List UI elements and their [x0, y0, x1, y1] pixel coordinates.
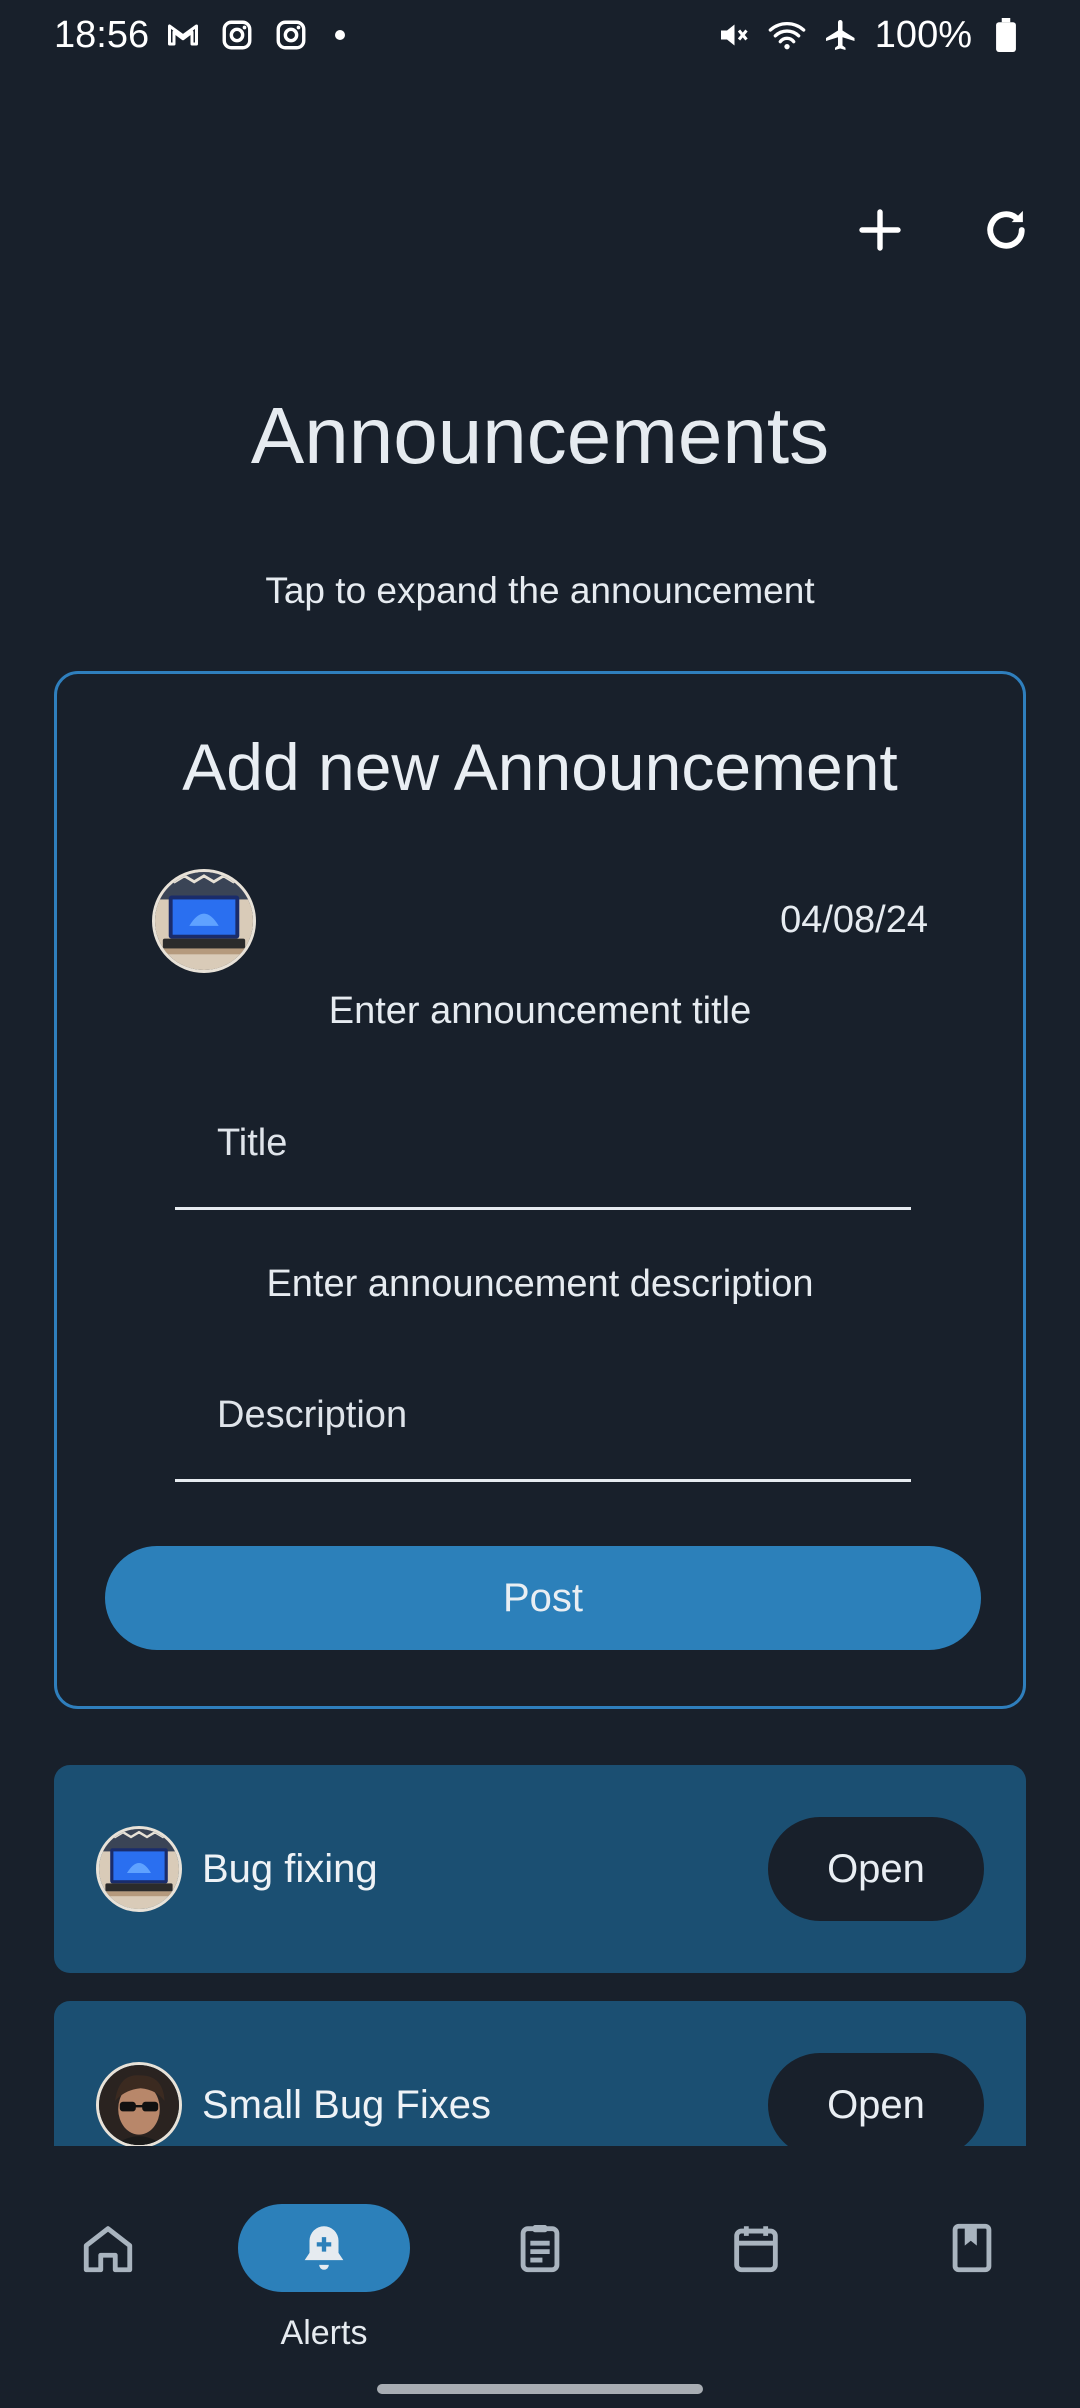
- list-item[interactable]: Bug fixing Open: [54, 1765, 1026, 1973]
- wifi-icon: [767, 15, 807, 55]
- status-bar: 18:56 100%: [0, 0, 1080, 70]
- nav-assignments[interactable]: [454, 2204, 626, 2292]
- person-avatar: [99, 2065, 179, 2145]
- status-time: 18:56: [54, 13, 150, 56]
- status-right: 100%: [713, 14, 1026, 57]
- nav-resources[interactable]: [886, 2204, 1058, 2292]
- open-button[interactable]: Open: [768, 1817, 984, 1921]
- battery-percent: 100%: [874, 13, 972, 56]
- bell-plus-icon: [304, 2226, 344, 2270]
- nav-alerts-label: Alerts: [280, 2314, 368, 2352]
- page-title: Announcements: [250, 391, 830, 480]
- add-announcement-button[interactable]: [840, 190, 920, 270]
- add-announcement-card: Add new Announcement 04/08/24 Enter anno…: [54, 671, 1026, 1709]
- page-subtitle: Tap to expand the announcement: [265, 570, 815, 611]
- home-indicator[interactable]: [377, 2384, 703, 2394]
- avatar: [96, 2062, 182, 2146]
- clipboard-icon: [520, 2225, 560, 2273]
- add-card-title: Add new Announcement: [182, 730, 898, 804]
- list-item[interactable]: Small Bug Fixes Open: [54, 2001, 1026, 2146]
- avatar: [96, 1826, 182, 1912]
- status-left: 18:56: [54, 13, 346, 57]
- home-icon: [83, 2226, 133, 2273]
- gmail-icon: [163, 15, 203, 55]
- user-avatar: [152, 869, 256, 973]
- instagram-icon: [271, 15, 311, 55]
- title-caption: Enter announcement title: [328, 990, 752, 1032]
- announcement-list[interactable]: Bug fixing Open Small Bug Fixes Open: [0, 1740, 1080, 2146]
- laptop-avatar: [99, 1829, 179, 1909]
- calendar-icon: [734, 2226, 778, 2273]
- mute-icon: [713, 15, 753, 55]
- nav-calendar[interactable]: [670, 2204, 842, 2292]
- post-button[interactable]: Post: [105, 1546, 981, 1650]
- battery-icon: [986, 15, 1026, 55]
- bookmark-book-icon: [952, 2223, 992, 2273]
- description-caption: Enter announcement description: [266, 1263, 814, 1305]
- refresh-button[interactable]: [966, 190, 1046, 270]
- announcement-date: 04/08/24: [780, 899, 928, 941]
- open-button[interactable]: Open: [768, 2053, 984, 2146]
- description-input[interactable]: [175, 1372, 911, 1482]
- announcement-title: Small Bug Fixes: [202, 2082, 491, 2127]
- airplane-icon: [821, 15, 861, 55]
- nav-home[interactable]: [22, 2204, 194, 2292]
- nav-alerts[interactable]: [238, 2204, 410, 2292]
- title-input[interactable]: [175, 1100, 911, 1210]
- instagram-icon: [217, 15, 257, 55]
- bottom-nav: Alerts: [0, 2146, 1080, 2408]
- dot-icon: [335, 30, 346, 40]
- refresh-icon: [987, 210, 1025, 249]
- plus-icon: [859, 209, 901, 251]
- announcement-title: Bug fixing: [202, 1846, 378, 1891]
- laptop-avatar: [155, 872, 253, 970]
